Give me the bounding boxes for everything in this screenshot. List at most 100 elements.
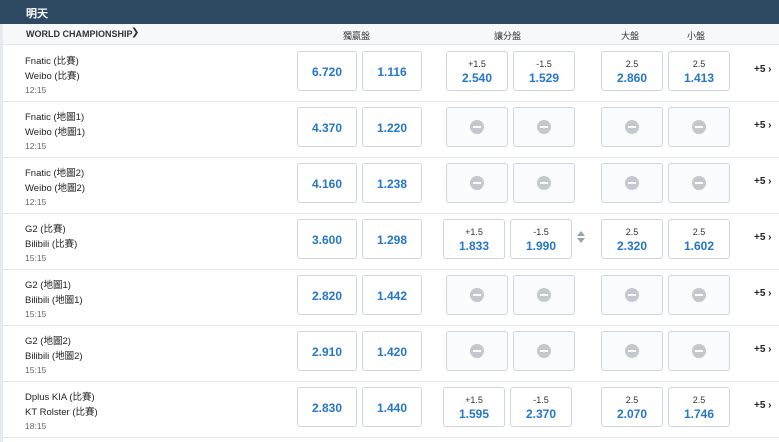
team-home: G2 (地圖2) xyxy=(25,336,71,347)
day-title: 明天 xyxy=(26,8,48,20)
match-time: 15:15 xyxy=(25,253,47,263)
handicap-away-button-locked xyxy=(513,163,575,203)
team-away: KT Rolster (比賽) xyxy=(25,407,98,418)
odds-value: 2.830 xyxy=(311,401,343,415)
moneyline-home-button[interactable]: 6.720 xyxy=(297,51,357,91)
under-button-locked xyxy=(668,107,730,147)
total-line: 2.5 xyxy=(625,227,639,237)
odds-value: 1.413 xyxy=(683,71,715,85)
lock-icon xyxy=(470,176,484,190)
team-home: Dplus KIA (比賽) xyxy=(25,392,95,403)
moneyline-home-button[interactable]: 2.820 xyxy=(297,275,357,315)
total-line: 2.5 xyxy=(625,59,639,69)
moneyline-away-button[interactable]: 1.220 xyxy=(362,107,422,147)
over-button-locked xyxy=(601,107,663,147)
odds-value: 1.529 xyxy=(528,71,560,85)
lock-icon xyxy=(470,288,484,302)
team-home: Fnatic (地圖2) xyxy=(25,168,85,179)
handicap-away-button[interactable]: -1.5 1.529 xyxy=(513,51,575,91)
odds-value: 2.370 xyxy=(525,407,557,421)
moneyline-away-button[interactable]: 1.116 xyxy=(362,51,422,91)
moneyline-away-button[interactable]: 1.440 xyxy=(362,387,422,427)
more-markets-link[interactable]: +5 › xyxy=(754,400,772,411)
moneyline-away-button[interactable]: 1.238 xyxy=(362,163,422,203)
league-header[interactable]: WORLD CHAMPIONSHIP ❯ 獨贏盤 讓分盤 大盤 小盤 xyxy=(3,24,779,45)
more-markets-link[interactable]: +5 › xyxy=(754,120,772,131)
handicap-away-button-locked xyxy=(513,275,575,315)
odds-value: 1.298 xyxy=(376,233,408,247)
over-button[interactable]: 2.5 2.070 xyxy=(601,387,663,427)
handicap-home-button[interactable]: +1.5 2.540 xyxy=(446,51,508,91)
moneyline-home-button[interactable]: 2.830 xyxy=(297,387,357,427)
lock-icon xyxy=(692,176,706,190)
handicap-home-button-locked xyxy=(446,107,508,147)
match-time: 12:15 xyxy=(25,197,47,207)
odds-value: 1.602 xyxy=(683,239,715,253)
moneyline-away-button[interactable]: 1.298 xyxy=(362,219,422,259)
more-markets-link[interactable]: +5 › xyxy=(754,344,772,355)
odds-value: 6.720 xyxy=(311,65,343,79)
under-button-locked xyxy=(668,331,730,371)
moneyline-home-button[interactable]: 2.910 xyxy=(297,331,357,371)
under-button[interactable]: 2.5 1.602 xyxy=(668,219,730,259)
over-button-locked xyxy=(601,331,663,371)
lock-icon xyxy=(692,288,706,302)
lock-icon xyxy=(692,120,706,134)
lock-icon xyxy=(537,344,551,358)
team-home: G2 (地圖1) xyxy=(25,280,71,291)
odds-value: 1.595 xyxy=(458,407,490,421)
team-away: Bilibili (地圖2) xyxy=(25,351,83,362)
sort-arrows-icon[interactable] xyxy=(577,231,585,243)
odds-value: 1.442 xyxy=(376,289,408,303)
moneyline-home-button[interactable]: 3.600 xyxy=(297,219,357,259)
team-home: Fnatic (地圖1) xyxy=(25,112,85,123)
handicap-line: -1.5 xyxy=(533,395,549,405)
handicap-away-button[interactable]: -1.5 2.370 xyxy=(510,387,572,427)
more-markets-link[interactable]: +5 › xyxy=(754,64,772,75)
match-time: 15:15 xyxy=(25,309,47,319)
more-markets-link[interactable]: +5 › xyxy=(754,232,772,243)
lock-icon xyxy=(537,120,551,134)
under-button[interactable]: 2.5 1.413 xyxy=(668,51,730,91)
odds-value: 2.910 xyxy=(311,345,343,359)
more-markets-link[interactable]: +5 › xyxy=(754,288,772,299)
odds-value: 2.860 xyxy=(616,71,648,85)
match-time: 12:15 xyxy=(25,141,47,151)
odds-value: 1.116 xyxy=(377,65,407,79)
moneyline-home-button[interactable]: 4.370 xyxy=(297,107,357,147)
odds-value: 2.540 xyxy=(461,71,493,85)
over-button[interactable]: 2.5 2.320 xyxy=(601,219,663,259)
handicap-line: +1.5 xyxy=(465,227,483,237)
team-away: Bilibili (比賽) xyxy=(25,239,78,250)
odds-value: 1.420 xyxy=(376,345,408,359)
under-button[interactable]: 2.5 1.746 xyxy=(668,387,730,427)
lock-icon xyxy=(625,344,639,358)
more-markets-link[interactable]: +5 › xyxy=(754,176,772,187)
lock-icon xyxy=(625,288,639,302)
handicap-away-button[interactable]: -1.5 1.990 xyxy=(510,219,572,259)
team-away: Weibo (比賽) xyxy=(25,71,80,82)
team-away: Bilibili (地圖1) xyxy=(25,295,83,306)
handicap-line: -1.5 xyxy=(533,227,549,237)
over-button[interactable]: 2.5 2.860 xyxy=(601,51,663,91)
match-row: G2 (比賽) Bilibili (比賽) 15:15 3.600 1.298 … xyxy=(3,213,779,270)
over-button-locked xyxy=(601,163,663,203)
col-under: 小盤 xyxy=(687,31,706,41)
moneyline-away-button[interactable]: 1.442 xyxy=(362,275,422,315)
handicap-home-button[interactable]: +1.5 1.833 xyxy=(443,219,505,259)
team-away: Weibo (地圖1) xyxy=(25,127,86,138)
day-header: 明天 xyxy=(0,0,779,24)
lock-icon xyxy=(692,344,706,358)
handicap-line: +1.5 xyxy=(468,59,486,69)
col-over: 大盤 xyxy=(621,31,640,41)
odds-value: 1.990 xyxy=(525,239,557,253)
league-name[interactable]: WORLD CHAMPIONSHIP xyxy=(26,29,133,39)
chevron-right-icon[interactable]: ❯ xyxy=(131,27,139,38)
odds-value: 1.833 xyxy=(458,239,490,253)
match-row: Dplus KIA (比賽) KT Rolster (比賽) 18:15 2.8… xyxy=(3,381,779,438)
moneyline-home-button[interactable]: 4.160 xyxy=(297,163,357,203)
moneyline-away-button[interactable]: 1.420 xyxy=(362,331,422,371)
lock-icon xyxy=(470,344,484,358)
match-row: G2 (地圖1) Bilibili (地圖1) 15:15 2.820 1.44… xyxy=(3,269,779,326)
handicap-home-button[interactable]: +1.5 1.595 xyxy=(443,387,505,427)
